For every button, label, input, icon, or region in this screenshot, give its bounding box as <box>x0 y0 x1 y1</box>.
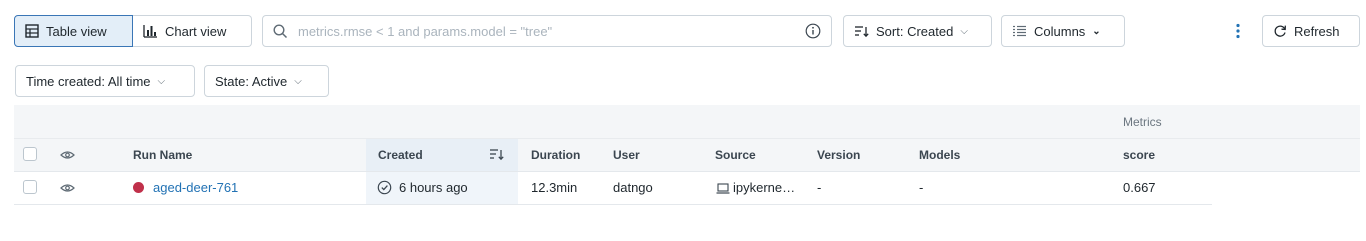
column-header-user[interactable]: User <box>613 148 640 162</box>
version-value: - <box>817 180 822 195</box>
refresh-icon <box>1274 25 1286 37</box>
eye-icon[interactable] <box>60 183 75 193</box>
divider <box>14 138 1360 139</box>
table-view-label: Table view <box>46 23 107 39</box>
sort-dropdown[interactable]: Sort: Created ⌵ <box>843 15 992 47</box>
user-value: datngo <box>613 180 653 195</box>
chart-view-label: Chart view <box>165 23 227 39</box>
eye-icon[interactable] <box>60 150 75 160</box>
sort-icon[interactable] <box>489 148 505 161</box>
bar-chart-icon <box>143 25 157 38</box>
column-header-run-name[interactable]: Run Name <box>133 148 192 162</box>
select-all-checkbox[interactable] <box>23 147 37 161</box>
time-created-filter[interactable]: Time created: All time ⌵ <box>15 65 195 97</box>
source-value[interactable]: ipykerne… <box>733 180 795 195</box>
duration-value: 12.3min <box>531 180 578 195</box>
table-view-button[interactable]: Table view <box>14 15 133 47</box>
column-header-models[interactable]: Models <box>919 148 960 162</box>
columns-dropdown[interactable]: Columns ⌄ <box>1001 15 1125 47</box>
sort-icon <box>855 25 869 37</box>
columns-label: Columns <box>1034 23 1086 39</box>
created-value: 6 hours ago <box>399 180 468 195</box>
run-name-link[interactable]: aged-deer-761 <box>153 180 238 195</box>
refresh-label: Refresh <box>1294 23 1340 39</box>
search-icon <box>273 23 288 38</box>
columns-list-icon <box>1013 25 1026 37</box>
table-icon <box>25 24 39 38</box>
refresh-button[interactable]: Refresh <box>1262 15 1360 47</box>
chevron-down-icon: ⌵ <box>157 75 166 87</box>
chevron-down-icon: ⌵ <box>960 25 968 37</box>
search-input[interactable] <box>296 22 797 40</box>
column-header-version[interactable]: Version <box>817 148 860 162</box>
laptop-icon <box>716 183 730 194</box>
chart-view-button[interactable]: Chart view <box>133 15 252 47</box>
column-header-source[interactable]: Source <box>715 148 756 162</box>
search-box <box>262 15 832 47</box>
time-created-label: Time created: All time <box>26 73 151 89</box>
column-header-created[interactable]: Created <box>378 148 423 162</box>
score-value: 0.667 <box>1123 180 1156 195</box>
divider <box>14 204 1212 205</box>
row-checkbox[interactable] <box>23 180 37 194</box>
info-icon[interactable] <box>805 23 821 39</box>
column-header-duration[interactable]: Duration <box>531 148 580 162</box>
models-value: - <box>919 180 924 195</box>
chevron-down-icon: ⌄ <box>1092 25 1101 37</box>
sort-label: Sort: Created <box>876 23 954 39</box>
chevron-down-icon: ⌵ <box>294 75 302 87</box>
state-filter[interactable]: State: Active ⌵ <box>204 65 329 97</box>
state-label: State: Active <box>215 73 288 89</box>
column-header-score[interactable]: score <box>1123 148 1155 162</box>
run-color-dot <box>133 182 144 193</box>
more-options-icon[interactable] <box>1230 20 1246 42</box>
clock-check-icon <box>377 180 392 195</box>
metrics-group-header: Metrics <box>1123 115 1162 129</box>
table-row[interactable]: aged-deer-761 6 hours ago 12.3min datngo… <box>14 172 1212 204</box>
